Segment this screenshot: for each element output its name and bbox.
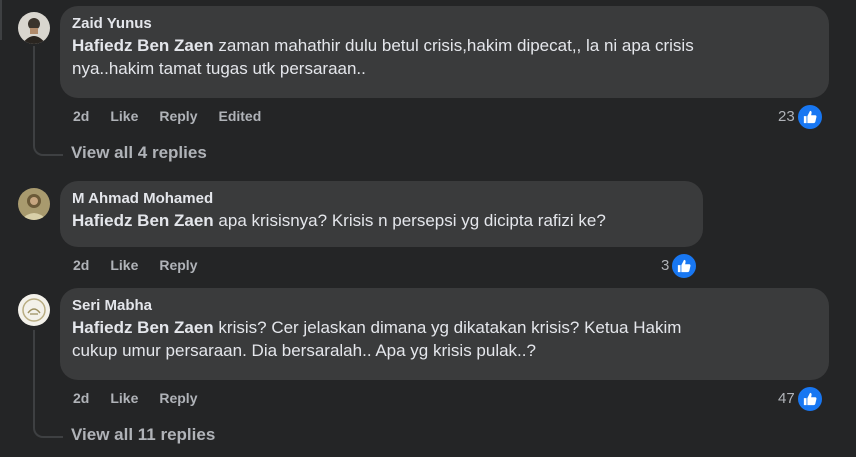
comment-text-line: zaman mahathir dulu betul crisis,hakim d…: [213, 36, 694, 55]
reaction-count: 47: [778, 390, 795, 407]
avatar[interactable]: [18, 12, 50, 44]
reaction-summary[interactable]: 23: [778, 103, 824, 131]
like-thumb-icon: [795, 103, 824, 131]
comment-text-line: krisis? Cer jelaskan dimana yg dikatakan…: [213, 318, 682, 337]
comment-bubble: M Ahmad Mohamed Hafiedz Ben Zaen apa kri…: [60, 181, 703, 247]
comment-actions: 2d Like Reply: [73, 389, 218, 407]
like-button[interactable]: Like: [110, 389, 138, 407]
reaction-count: 23: [778, 108, 795, 125]
comment-thread: Zaid Yunus Hafiedz Ben Zaen zaman mahath…: [0, 0, 856, 457]
view-replies-link[interactable]: View all 11 replies: [71, 424, 215, 446]
comment-bubble: Zaid Yunus Hafiedz Ben Zaen zaman mahath…: [60, 6, 829, 98]
comment-text-line: cukup umur persaraan. Dia bersaralah.. A…: [72, 341, 536, 360]
timestamp[interactable]: 2d: [73, 389, 89, 407]
thread-line: [33, 330, 35, 422]
reply-button[interactable]: Reply: [159, 389, 197, 407]
mention-link[interactable]: Hafiedz Ben Zaen: [72, 211, 214, 230]
comment-text-line: apa krisisnya? Krisis n persepsi yg dici…: [213, 211, 606, 230]
avatar-photo: [18, 12, 50, 44]
comment-text-line: nya..hakim tamat tugas utk persaraan..: [72, 59, 366, 78]
like-button[interactable]: Like: [110, 256, 138, 274]
like-button[interactable]: Like: [110, 107, 138, 125]
thread-elbow: [33, 136, 63, 156]
mention-link[interactable]: Hafiedz Ben Zaen: [72, 36, 214, 55]
comment-actions: 2d Like Reply: [73, 256, 218, 274]
comment-text: Hafiedz Ben Zaen krisis? Cer jelaskan di…: [72, 316, 817, 362]
reaction-summary[interactable]: 3: [661, 252, 699, 280]
comment-author[interactable]: Zaid Yunus: [72, 14, 817, 33]
comment-author[interactable]: M Ahmad Mohamed: [72, 189, 691, 208]
reaction-summary[interactable]: 47: [778, 385, 824, 413]
timestamp[interactable]: 2d: [73, 107, 89, 125]
like-thumb-icon: [795, 385, 824, 413]
reply-button[interactable]: Reply: [159, 256, 197, 274]
comment-bubble: Seri Mabha Hafiedz Ben Zaen krisis? Cer …: [60, 288, 829, 380]
comment-text: Hafiedz Ben Zaen zaman mahathir dulu bet…: [72, 34, 817, 80]
view-replies-link[interactable]: View all 4 replies: [71, 142, 207, 164]
avatar[interactable]: [18, 188, 50, 220]
reply-button[interactable]: Reply: [159, 107, 197, 125]
comment-text: Hafiedz Ben Zaen apa krisisnya? Krisis n…: [72, 209, 691, 232]
thread-elbow: [33, 418, 63, 438]
avatar-photo: [18, 294, 50, 326]
thread-line: [33, 46, 35, 138]
reaction-count: 3: [661, 257, 670, 274]
like-thumb-icon: [670, 252, 699, 280]
avatar[interactable]: [18, 294, 50, 326]
mention-link[interactable]: Hafiedz Ben Zaen: [72, 318, 214, 337]
comment-actions: 2d Like Reply Edited: [73, 107, 282, 125]
comment-author[interactable]: Seri Mabha: [72, 296, 817, 315]
edited-label[interactable]: Edited: [218, 107, 261, 125]
avatar-photo: [18, 188, 50, 220]
timestamp[interactable]: 2d: [73, 256, 89, 274]
thread-line-left: [0, 0, 2, 40]
